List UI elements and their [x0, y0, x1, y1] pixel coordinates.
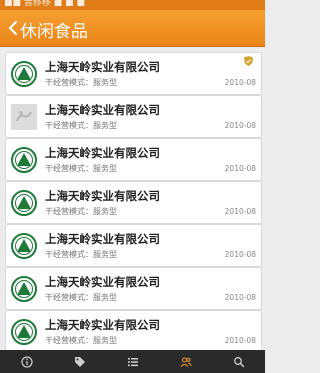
green-seal-logo — [11, 319, 37, 345]
tag-icon — [74, 356, 85, 367]
list-item[interactable]: 上海天岭实业有限公司 干经营模式：服务型 2010-08 — [5, 52, 262, 95]
date-label: 2010-08 — [224, 250, 256, 259]
company-name: 上海天岭实业有限公司 — [45, 318, 160, 332]
list-icon — [127, 357, 138, 366]
date-label: 2010-08 — [224, 293, 256, 302]
gold-shield-icon — [244, 56, 253, 66]
date-label: 2010-08 — [224, 336, 256, 345]
business-mode: 干经营模式：服务型 — [45, 121, 117, 130]
list-item[interactable]: 上海天岭实业有限公司 干经营模式：服务型 2010-08 — [5, 310, 262, 350]
business-mode: 干经营模式：服务型 — [45, 207, 117, 216]
tab-info[interactable] — [0, 350, 53, 373]
list-item[interactable]: 上海天岭实业有限公司 干经营模式：服务型 2010-08 — [5, 267, 262, 310]
company-name: 上海天岭实业有限公司 — [45, 275, 160, 289]
green-seal-logo — [11, 147, 37, 173]
company-name: 上海天岭实业有限公司 — [45, 232, 160, 246]
date-label: 2010-08 — [224, 207, 256, 216]
green-seal-logo — [11, 61, 37, 87]
business-mode: 干经营模式：服务型 — [45, 250, 117, 259]
status-bar: ■■ 晋移移 ■ ■ ■ — [0, 0, 265, 10]
bottom-tab-bar — [0, 350, 265, 373]
business-mode: 干经营模式：服务型 — [45, 336, 117, 345]
green-seal-logo — [11, 276, 37, 302]
date-label: 2010-08 — [224, 78, 256, 87]
page-title: 休闲食品 — [20, 22, 88, 42]
chevron-left-icon — [8, 20, 18, 36]
list-item[interactable]: 上海天岭实业有限公司 干经营模式：服务型 2010-08 — [5, 224, 262, 267]
search-icon — [233, 356, 244, 367]
green-seal-logo — [11, 190, 37, 216]
info-icon — [20, 355, 33, 368]
tab-search[interactable] — [212, 350, 265, 373]
list-item[interactable]: 上海天岭实业有限公司 干经营模式：服务型 2010-08 — [5, 181, 262, 224]
status-text: ■■ 晋移移 ■ ■ ■ — [4, 0, 85, 8]
gray-placeholder-logo — [11, 104, 37, 130]
company-name: 上海天岭实业有限公司 — [45, 60, 160, 74]
users-icon — [180, 356, 192, 367]
company-list: 上海天岭实业有限公司 干经营模式：服务型 2010-08 上海天岭实业有限公司 … — [0, 47, 265, 350]
tab-tags[interactable] — [53, 350, 106, 373]
date-label: 2010-08 — [224, 164, 256, 173]
business-mode: 干经营模式：服务型 — [45, 164, 117, 173]
header-bar: 休闲食品 — [0, 10, 265, 47]
date-label: 2010-08 — [224, 121, 256, 130]
tab-users[interactable] — [159, 350, 212, 373]
business-mode: 干经营模式：服务型 — [45, 293, 117, 302]
company-name: 上海天岭实业有限公司 — [45, 103, 160, 117]
list-item[interactable]: 上海天岭实业有限公司 干经营模式：服务型 2010-08 — [5, 138, 262, 181]
list-item[interactable]: 上海天岭实业有限公司 干经营模式：服务型 2010-08 — [5, 95, 262, 138]
company-name: 上海天岭实业有限公司 — [45, 189, 160, 203]
tab-list[interactable] — [106, 350, 159, 373]
company-name: 上海天岭实业有限公司 — [45, 146, 160, 160]
green-seal-logo — [11, 233, 37, 259]
business-mode: 干经营模式：服务型 — [45, 78, 117, 87]
